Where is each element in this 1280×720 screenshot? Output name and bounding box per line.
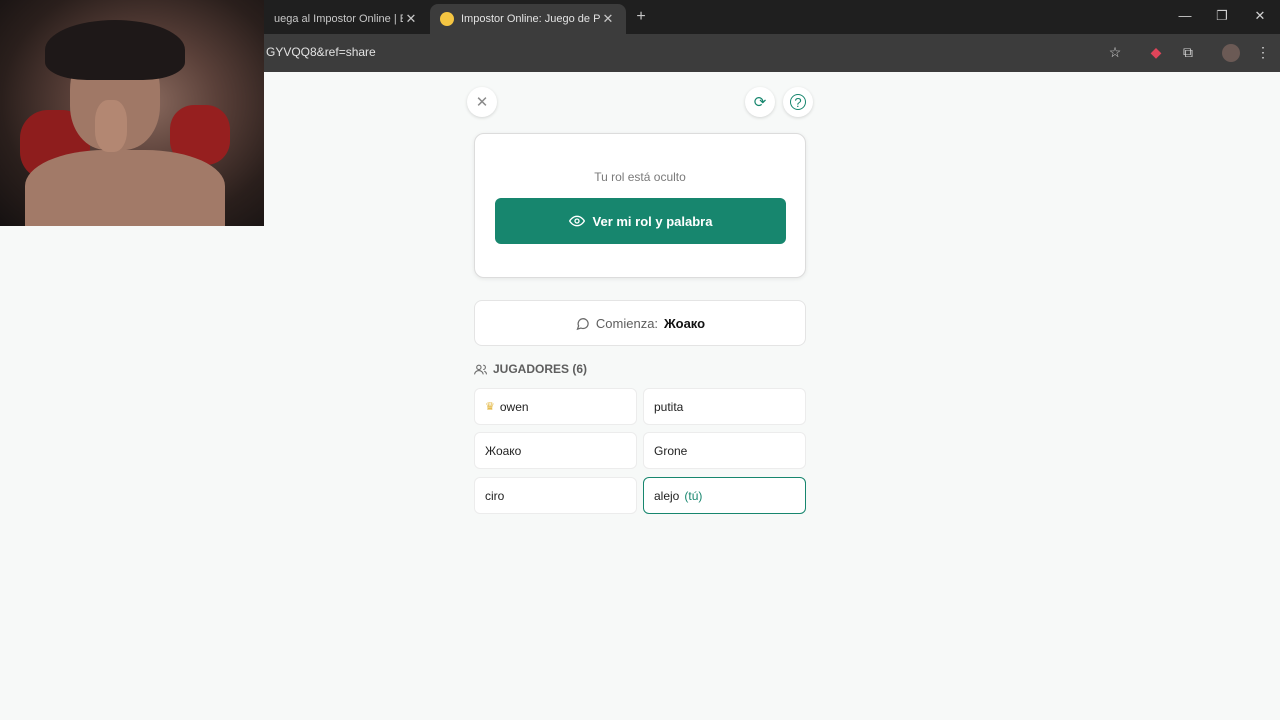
- menu-kebab-icon[interactable]: ⋮: [1254, 44, 1272, 62]
- player-card: ♛ owen: [474, 388, 637, 425]
- reveal-role-label: Ver mi rol y palabra: [592, 213, 713, 229]
- player-card: Жоако: [474, 432, 637, 469]
- webcam-overlay: [0, 0, 264, 226]
- webcam-person: [25, 150, 225, 226]
- users-icon: [474, 364, 487, 374]
- starts-label: Comienza:: [595, 315, 659, 331]
- minimize-icon[interactable]: —: [1175, 8, 1195, 23]
- close-window-icon[interactable]: ✕: [1250, 8, 1270, 24]
- webcam-person-hand: [95, 100, 127, 152]
- crown-icon: ♛: [485, 401, 495, 413]
- reveal-role-button[interactable]: Ver mi rol y palabra: [495, 198, 786, 244]
- player-name: owen: [499, 399, 529, 414]
- player-card-self: alejo (tú): [643, 477, 806, 514]
- profile-avatar-icon[interactable]: [1222, 44, 1240, 62]
- tab-close-icon[interactable]: ✕: [403, 11, 419, 27]
- restore-icon[interactable]: ❐: [1212, 8, 1232, 24]
- player-card: putita: [643, 388, 806, 425]
- player-name: Grone: [654, 443, 688, 458]
- refresh-icon: ⟳: [753, 94, 767, 111]
- player-card: Grone: [643, 432, 806, 469]
- tab-close-icon[interactable]: ✕: [600, 11, 616, 27]
- player-card: ciro: [474, 477, 637, 514]
- favicon-icon: [440, 12, 454, 26]
- browser-tab-active[interactable]: Impostor Online: Juego de Pala ✕: [430, 4, 626, 34]
- webcam-person-hat: [45, 20, 185, 80]
- player-name: ciro: [485, 488, 505, 503]
- refresh-button[interactable]: ⟳: [745, 87, 775, 117]
- player-name: Жоако: [485, 443, 522, 458]
- extensions-puzzle-icon[interactable]: ⧉: [1179, 44, 1197, 62]
- help-icon: ?: [790, 94, 806, 110]
- starting-player-card: Comienza: Жоако: [474, 300, 806, 346]
- chat-bubble-icon: [576, 317, 589, 330]
- browser-tab[interactable]: uega al Impostor Online | Encu ✕: [264, 4, 429, 34]
- role-status-text: Tu rol está oculto: [594, 170, 686, 184]
- players-header: JUGADORES (6): [474, 362, 587, 376]
- new-tab-icon[interactable]: +: [632, 8, 650, 26]
- player-name: alejo: [654, 488, 680, 503]
- close-game-button[interactable]: ✕: [467, 87, 497, 117]
- you-tag: (tú): [684, 488, 703, 503]
- close-icon: ✕: [475, 94, 489, 111]
- eye-icon: [568, 215, 585, 227]
- url-field[interactable]: GYVQQ8&ref=share: [266, 45, 376, 59]
- extension-icon[interactable]: ◆: [1147, 44, 1165, 62]
- tab-title: uega al Impostor Online | Encu: [274, 13, 403, 25]
- help-button[interactable]: ?: [783, 87, 813, 117]
- role-card: Tu rol está oculto Ver mi rol y palabra: [474, 133, 806, 278]
- players-header-label: JUGADORES (6): [493, 362, 588, 376]
- player-name: putita: [654, 399, 684, 414]
- starting-player-name: Жоако: [664, 315, 706, 331]
- bookmark-star-icon[interactable]: ☆: [1106, 44, 1124, 62]
- tab-title: Impostor Online: Juego de Pala: [461, 13, 600, 25]
